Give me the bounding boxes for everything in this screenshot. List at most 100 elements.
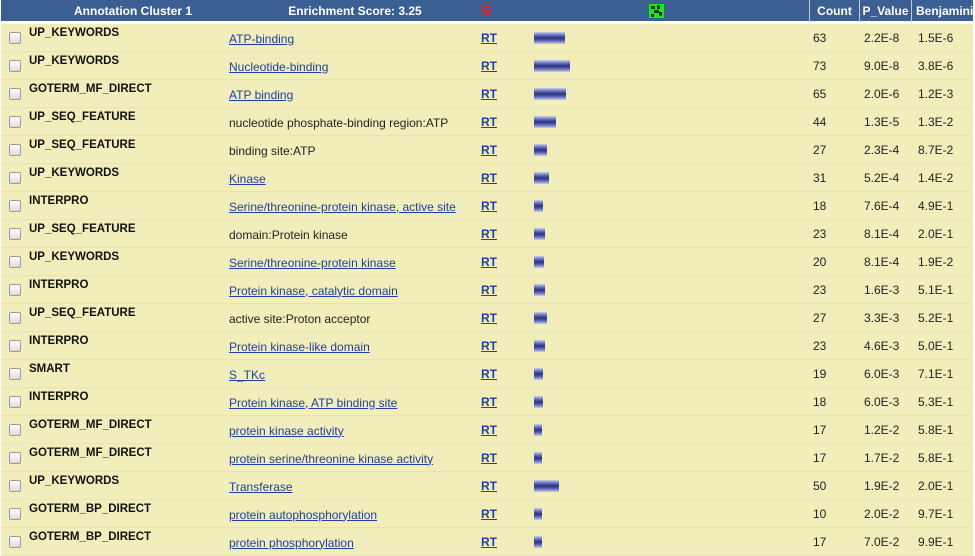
header-spacer: [531, 0, 606, 24]
row-checkbox-cell[interactable]: [1, 304, 29, 332]
rt-link[interactable]: RT: [481, 535, 497, 549]
rt-cell: RT: [481, 24, 531, 52]
row-checkbox-cell[interactable]: [1, 472, 29, 500]
count-bar: [534, 199, 543, 212]
term-link[interactable]: Serine/threonine-protein kinase: [229, 256, 396, 270]
rt-link[interactable]: RT: [481, 283, 497, 297]
count-value: 23: [810, 332, 860, 360]
g-icon[interactable]: G: [481, 5, 492, 18]
term-link[interactable]: protein phosphorylation: [229, 536, 354, 550]
row-checkbox[interactable]: [9, 368, 21, 381]
row-checkbox-cell[interactable]: [1, 24, 29, 52]
row-checkbox[interactable]: [9, 116, 21, 129]
row-checkbox[interactable]: [9, 228, 21, 241]
rt-link[interactable]: RT: [481, 451, 497, 465]
rt-link[interactable]: RT: [481, 87, 497, 101]
row-checkbox-cell[interactable]: [1, 248, 29, 276]
row-checkbox-cell[interactable]: [1, 444, 29, 472]
row-checkbox-cell[interactable]: [1, 192, 29, 220]
count-bar: [534, 59, 570, 72]
rt-link[interactable]: RT: [481, 255, 497, 269]
term-link[interactable]: ATP-binding: [229, 32, 294, 46]
row-checkbox-cell[interactable]: [1, 416, 29, 444]
row-checkbox-cell[interactable]: [1, 108, 29, 136]
category: UP_KEYWORDS: [29, 472, 229, 500]
row-checkbox[interactable]: [9, 312, 21, 325]
row-checkbox-cell[interactable]: [1, 80, 29, 108]
rt-link[interactable]: RT: [481, 143, 497, 157]
term-link[interactable]: protein autophosphorylation: [229, 508, 377, 522]
count-header[interactable]: Count: [810, 0, 860, 24]
term-link[interactable]: Protein kinase, ATP binding site: [229, 396, 397, 410]
row-checkbox[interactable]: [9, 256, 21, 269]
rt-link[interactable]: RT: [481, 115, 497, 129]
benjamini-header[interactable]: Benjamini: [912, 0, 973, 24]
row-checkbox-cell[interactable]: [1, 220, 29, 248]
rt-link[interactable]: RT: [481, 199, 497, 213]
row-checkbox-cell[interactable]: [1, 528, 29, 556]
row-checkbox[interactable]: [9, 284, 21, 297]
term-link[interactable]: ATP binding: [229, 88, 293, 102]
term-link[interactable]: protein kinase activity: [229, 424, 344, 438]
row-checkbox[interactable]: [9, 172, 21, 185]
row-checkbox[interactable]: [9, 396, 21, 409]
row-checkbox-cell[interactable]: [1, 164, 29, 192]
term-link[interactable]: protein serine/threonine kinase activity: [229, 452, 433, 466]
table-row: UP_SEQ_FEATURE binding site:ATP RT 27 2.3E-4…: [1, 136, 973, 164]
rt-link[interactable]: RT: [481, 395, 497, 409]
rt-link[interactable]: RT: [481, 31, 497, 45]
count-value: 65: [810, 80, 860, 108]
row-checkbox[interactable]: [9, 32, 21, 45]
row-checkbox-cell[interactable]: [1, 52, 29, 80]
rt-link[interactable]: RT: [481, 479, 497, 493]
row-checkbox-cell[interactable]: [1, 276, 29, 304]
rt-link[interactable]: RT: [481, 507, 497, 521]
row-checkbox[interactable]: [9, 144, 21, 157]
rt-link[interactable]: RT: [481, 339, 497, 353]
count-value: 18: [810, 192, 860, 220]
row-checkbox[interactable]: [9, 340, 21, 353]
rt-link[interactable]: RT: [481, 227, 497, 241]
row-spacer: [606, 108, 810, 136]
row-checkbox[interactable]: [9, 88, 21, 101]
g-icon-cell[interactable]: G: [481, 0, 531, 24]
row-checkbox[interactable]: [9, 508, 21, 521]
row-checkbox-cell[interactable]: [1, 388, 29, 416]
row-checkbox[interactable]: [9, 536, 21, 549]
term-link[interactable]: Protein kinase-like domain: [229, 340, 370, 354]
row-checkbox[interactable]: [9, 452, 21, 465]
term-link[interactable]: Transferase: [229, 480, 293, 494]
network-graph-icon[interactable]: [649, 3, 664, 18]
row-checkbox-cell[interactable]: [1, 332, 29, 360]
row-checkbox-cell[interactable]: [1, 360, 29, 388]
table-row: GOTERM_MF_DIRECT ATP binding RT 65 2.0E-6 1.2…: [1, 80, 973, 108]
rt-cell: RT: [481, 472, 531, 500]
rt-link[interactable]: RT: [481, 423, 497, 437]
category: UP_SEQ_FEATURE: [29, 136, 229, 164]
rt-link[interactable]: RT: [481, 311, 497, 325]
count-value: 73: [810, 52, 860, 80]
row-checkbox[interactable]: [9, 60, 21, 73]
term-link[interactable]: Serine/threonine-protein kinase, active …: [229, 200, 456, 214]
rt-link[interactable]: RT: [481, 367, 497, 381]
benjamini-value: 8.7E-2: [912, 136, 973, 164]
benjamini-value: 5.0E-1: [912, 332, 973, 360]
count-value: 19: [810, 360, 860, 388]
row-checkbox-cell[interactable]: [1, 136, 29, 164]
term-link[interactable]: Nucleotide-binding: [229, 60, 328, 74]
pvalue-value: 5.2E-4: [860, 164, 912, 192]
network-icon-cell[interactable]: [606, 0, 810, 24]
rt-link[interactable]: RT: [481, 171, 497, 185]
pvalue-header[interactable]: P_Value: [860, 0, 912, 24]
row-checkbox-cell[interactable]: [1, 500, 29, 528]
term-text: domain:Protein kinase: [229, 227, 348, 242]
term-link[interactable]: Kinase: [229, 172, 266, 186]
row-checkbox[interactable]: [9, 424, 21, 437]
rt-link[interactable]: RT: [481, 59, 497, 73]
term-link[interactable]: S_TKc: [229, 368, 265, 382]
row-checkbox[interactable]: [9, 200, 21, 213]
term-link[interactable]: Protein kinase, catalytic domain: [229, 284, 398, 298]
pvalue-value: 2.0E-2: [860, 500, 912, 528]
row-checkbox[interactable]: [9, 480, 21, 493]
row-spacer: [606, 164, 810, 192]
